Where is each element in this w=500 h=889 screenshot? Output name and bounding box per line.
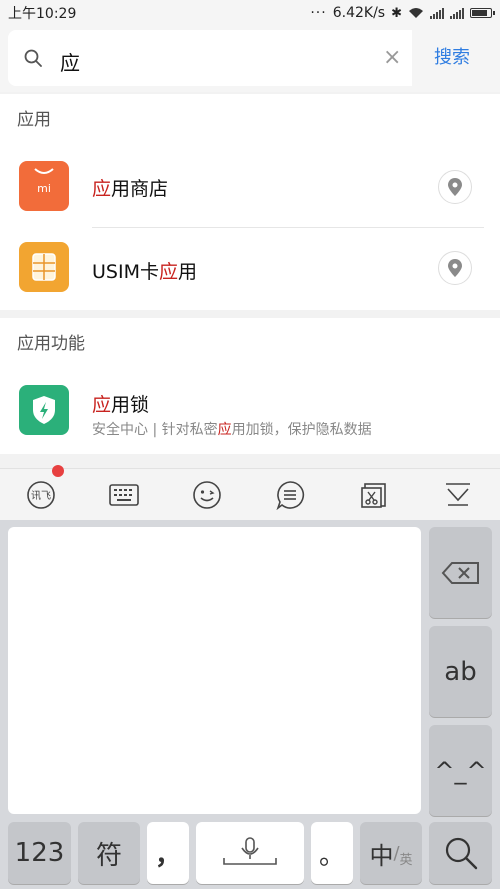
handwriting-area[interactable] — [8, 527, 421, 814]
comma-key[interactable]: ， — [147, 822, 189, 884]
space-voice-key[interactable] — [196, 822, 304, 884]
search-icon — [24, 49, 42, 67]
phrases-button[interactable] — [272, 477, 308, 513]
keyboard-icon — [109, 484, 139, 506]
key-label: ab — [444, 656, 477, 687]
notification-dot — [52, 465, 64, 477]
clipboard-button[interactable] — [356, 477, 392, 513]
title-rest: 用 — [177, 261, 197, 283]
signal-icon — [430, 7, 444, 19]
language-switch-key[interactable]: 中 / 英 — [360, 822, 422, 884]
location-pin-icon — [448, 259, 462, 277]
search-query[interactable]: 应 — [60, 47, 80, 76]
collapse-keyboard-button[interactable] — [440, 477, 476, 513]
network-speed: 6.42K/s — [332, 5, 386, 21]
collapse-icon — [446, 483, 470, 506]
row-subtitle: 安全中心 | 针对私密应用加锁，保护隐私数据 — [92, 419, 372, 439]
key-label-alt: 英 — [399, 852, 413, 868]
search-input[interactable]: 应 × — [8, 30, 412, 86]
sim-card-icon — [19, 242, 69, 292]
search-icon — [445, 837, 477, 870]
search-button[interactable]: 搜索 — [412, 30, 492, 86]
keyboard: ab ^_^ 123 符 ， 。 中 / 英 — [0, 520, 500, 889]
emoji-button[interactable] — [189, 477, 225, 513]
list-item-app-lock[interactable]: 应用锁 安全中心 | 针对私密应用加锁，保护隐私数据 — [0, 370, 500, 454]
key-label: 。 — [318, 840, 345, 871]
wifi-icon — [409, 8, 423, 18]
bluetooth-icon: ✱ — [391, 5, 402, 21]
security-shield-icon — [19, 385, 69, 435]
clipboard-icon — [361, 483, 386, 508]
xunfei-icon: 讯飞 — [27, 481, 55, 509]
kaomoji-key[interactable]: ^_^ — [429, 725, 492, 816]
title-rest: 用锁 — [111, 394, 150, 416]
search-key[interactable] — [429, 822, 492, 884]
section-header-apps: 应用 — [0, 94, 500, 146]
key-label: 123 — [14, 838, 65, 868]
svg-text:讯飞: 讯飞 — [31, 490, 51, 502]
abc-mode-key[interactable]: ab — [429, 626, 492, 717]
emoji-icon — [193, 481, 221, 509]
backspace-key[interactable] — [429, 527, 492, 618]
subtitle-pre: 安全中心 | 针对私密 — [92, 422, 218, 438]
keyboard-switch-button[interactable] — [106, 477, 142, 513]
location-button[interactable] — [438, 251, 472, 285]
chat-icon — [276, 481, 305, 510]
subtitle-highlight: 应 — [217, 422, 232, 438]
key-label-main: 中 — [369, 841, 394, 870]
row-title: 应用锁 — [92, 390, 149, 417]
status-icons: ··· 6.42K/s ✱ — [310, 5, 495, 21]
close-icon[interactable]: × — [383, 47, 401, 69]
location-pin-icon — [448, 178, 462, 196]
mi-store-icon: mi — [19, 161, 69, 211]
period-key[interactable]: 。 — [311, 822, 353, 884]
keyboard-toolbar: 讯飞 — [0, 468, 500, 520]
subtitle-rest: 用加锁，保护隐私数据 — [231, 422, 372, 438]
battery-icon — [470, 8, 495, 18]
backspace-icon — [441, 561, 479, 584]
microphone-icon — [223, 837, 277, 865]
signal-icon-2 — [450, 7, 464, 19]
symbols-key[interactable]: 符 — [78, 822, 140, 884]
dots-icon: ··· — [310, 5, 327, 21]
status-time: 上午10:29 — [8, 6, 77, 22]
title-highlight: 应 — [158, 261, 178, 283]
numbers-key[interactable]: 123 — [8, 822, 71, 884]
status-bar: 上午10:29 ··· 6.42K/s ✱ — [0, 0, 500, 26]
xunfei-button[interactable]: 讯飞 — [23, 477, 59, 513]
mi-logo-text: mi — [37, 182, 51, 195]
title-pre: USIM卡 — [92, 261, 159, 283]
location-button[interactable] — [438, 170, 472, 204]
list-item-app-store[interactable]: mi 应用商店 — [0, 146, 500, 228]
key-label: ^_^ — [434, 756, 487, 785]
list-item-usim[interactable]: USIM卡应用 — [0, 228, 500, 310]
title-highlight: 应 — [92, 394, 112, 416]
key-label: ， — [154, 840, 181, 871]
row-title: USIM卡应用 — [92, 257, 197, 284]
section-header-features: 应用功能 — [0, 318, 500, 370]
title-highlight: 应 — [92, 178, 112, 200]
key-label: 符 — [95, 840, 122, 871]
search-area: 应 × 搜索 — [0, 26, 500, 92]
row-title: 应用商店 — [92, 174, 168, 201]
title-rest: 用商店 — [111, 178, 169, 200]
